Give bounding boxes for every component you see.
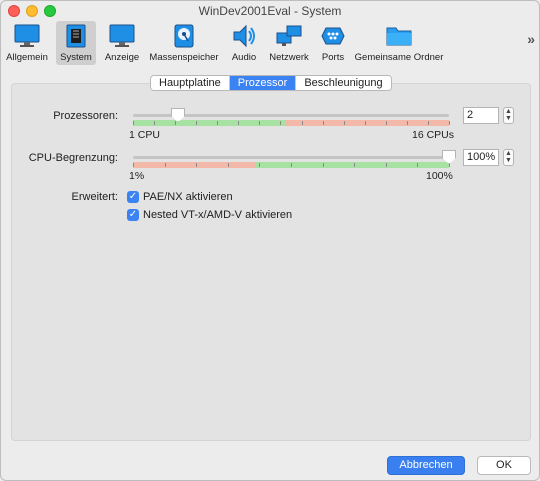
slider-tick: [417, 163, 418, 167]
toolbar-item-audio[interactable]: Audio: [227, 21, 261, 65]
more-toolbar-items-button[interactable]: »: [527, 31, 535, 47]
tab-bar: Hauptplatine Prozessor Beschleunigung: [150, 75, 392, 91]
slider-tick: [428, 121, 429, 125]
folder-icon: [385, 23, 413, 49]
slider-tick: [449, 121, 450, 125]
slider-tick: [133, 121, 134, 125]
ok-button[interactable]: OK: [477, 456, 531, 475]
tab-beschleunigung[interactable]: Beschleunigung: [296, 76, 391, 90]
toolbar-item-anzeige[interactable]: Anzeige: [102, 21, 142, 65]
network-icon: [275, 23, 303, 49]
slider-tick: [217, 121, 218, 125]
zoom-window-button[interactable]: [44, 5, 56, 17]
settings-window: WinDev2001Eval - System Allgemein System…: [0, 0, 540, 481]
minimize-window-button[interactable]: [26, 5, 38, 17]
slider-tick: [196, 121, 197, 125]
toolbar-item-gemeinsame-ordner[interactable]: Gemeinsame Ordner: [355, 21, 443, 65]
slider-tick: [365, 121, 366, 125]
slider-tick: [302, 121, 303, 125]
tab-hauptplatine[interactable]: Hauptplatine: [151, 76, 230, 90]
toolbar-item-allgemein[interactable]: Allgemein: [6, 21, 48, 65]
slider-tick: [175, 121, 176, 125]
display-icon: [108, 23, 136, 49]
processors-stepper[interactable]: ▲ ▼: [503, 107, 514, 124]
processors-max-label: 16 CPUs: [412, 129, 455, 141]
slider-tick: [228, 163, 229, 167]
processors-slider-zones: [133, 120, 449, 126]
slider-tick: [238, 121, 239, 125]
slider-tick: [280, 121, 281, 125]
monitor-icon: [13, 23, 41, 49]
toolbar-item-netzwerk[interactable]: Netzwerk: [268, 21, 310, 65]
cancel-button[interactable]: Abbrechen: [387, 456, 465, 475]
slider-tick: [259, 121, 260, 125]
nested-vtx-checkbox[interactable]: ✓: [127, 209, 139, 221]
disk-icon: [170, 23, 198, 49]
pae-nx-label: PAE/NX aktivieren: [143, 191, 233, 203]
slider-tick: [133, 163, 134, 167]
pae-nx-checkbox[interactable]: ✓: [127, 191, 139, 203]
settings-toolbar: Allgemein System Anzeige Massenspeicher …: [1, 21, 539, 67]
toolbar-item-massenspeicher[interactable]: Massenspeicher: [149, 21, 219, 65]
window-title: WinDev2001Eval - System: [198, 4, 342, 18]
ports-icon: [319, 23, 347, 49]
slider-tick: [259, 163, 260, 167]
slider-tick: [165, 163, 166, 167]
slider-tick: [154, 121, 155, 125]
cpu-limit-stepper[interactable]: ▲ ▼: [503, 149, 514, 166]
extended-label: Erweitert:: [71, 191, 118, 203]
slider-tick: [386, 163, 387, 167]
title-bar: WinDev2001Eval - System: [1, 1, 539, 21]
processor-panel: Prozessoren: 1 CPU 16 CPUs 2 ▲ ▼ CPU-Begr…: [11, 83, 531, 441]
nested-vtx-label: Nested VT-x/AMD-V aktivieren: [143, 209, 293, 221]
slider-tick: [196, 163, 197, 167]
slider-tick: [291, 163, 292, 167]
processors-min-label: 1 CPU: [129, 129, 160, 141]
close-window-button[interactable]: [8, 5, 20, 17]
slider-tick: [407, 121, 408, 125]
speaker-icon: [230, 23, 258, 49]
cpu-limit-slider[interactable]: [133, 150, 456, 170]
toolbar-item-system[interactable]: System: [56, 21, 96, 65]
slider-tick: [323, 163, 324, 167]
cpu-limit-label: CPU-Begrenzung:: [28, 152, 118, 164]
processors-label: Prozessoren:: [53, 110, 118, 122]
cpu-limit-max-label: 100%: [426, 170, 453, 182]
cpu-limit-field[interactable]: 100%: [463, 149, 499, 166]
processors-count-field[interactable]: 2: [463, 107, 499, 124]
chip-icon: [62, 23, 90, 49]
tab-prozessor[interactable]: Prozessor: [229, 76, 297, 90]
slider-tick: [344, 121, 345, 125]
toolbar-item-ports[interactable]: Ports: [317, 21, 349, 65]
cpu-limit-min-label: 1%: [129, 170, 145, 182]
slider-tick: [323, 121, 324, 125]
processors-slider[interactable]: [133, 108, 450, 128]
slider-tick: [386, 121, 387, 125]
slider-tick: [354, 163, 355, 167]
